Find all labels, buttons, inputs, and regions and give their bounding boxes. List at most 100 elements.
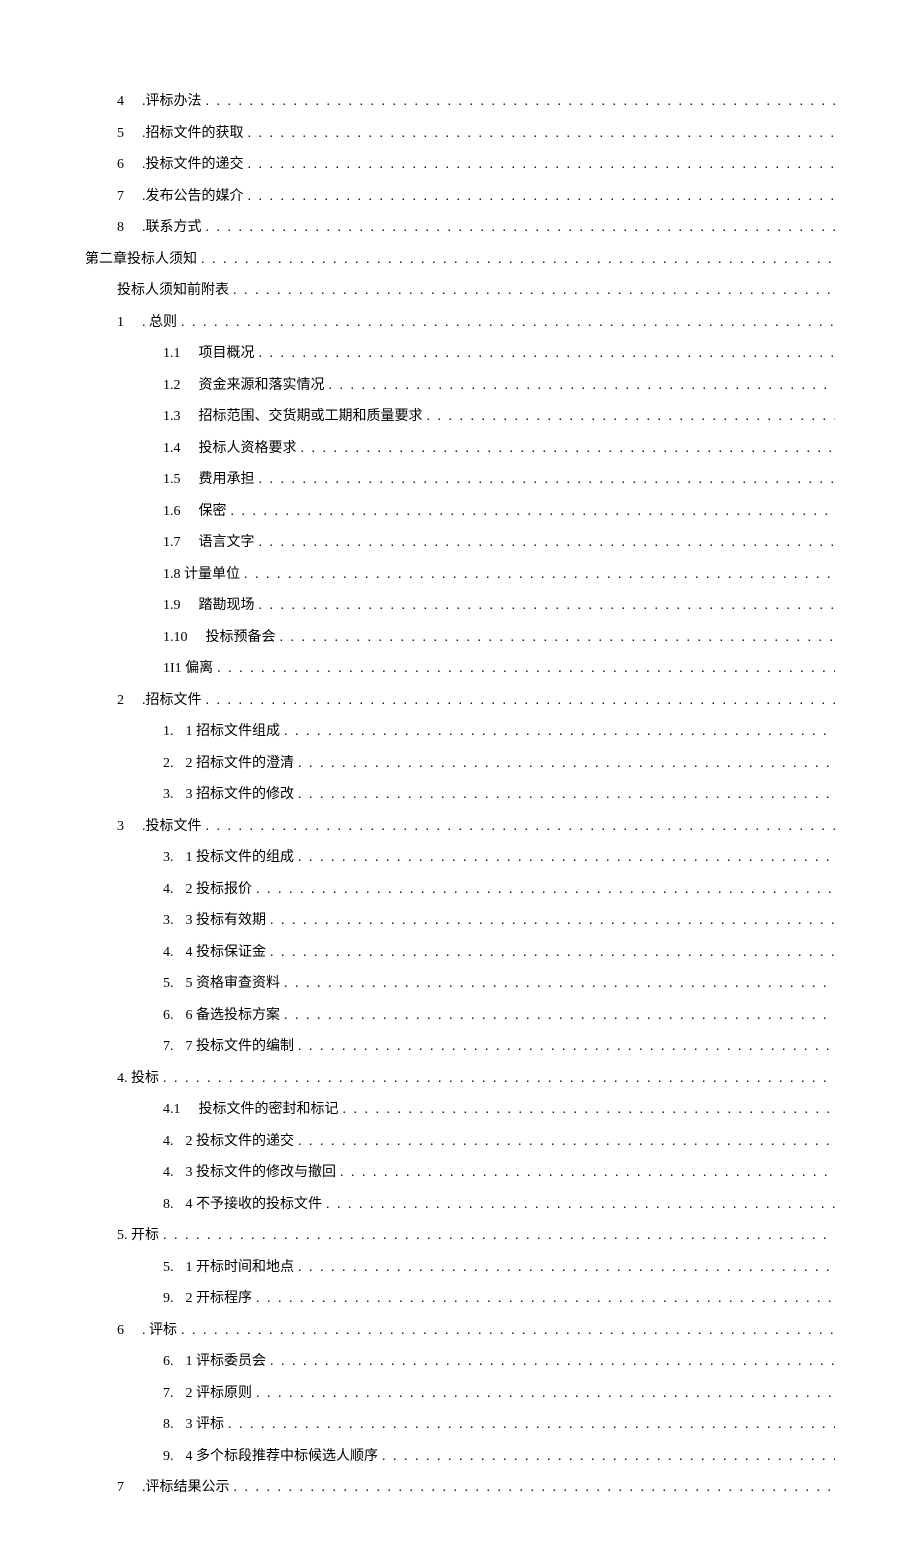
toc-entry-number: 6. xyxy=(163,1354,174,1370)
toc-entry-label: 5. 开标 xyxy=(117,1224,159,1244)
toc-leader-dots: . . . . . . . . . . . . . . . . . . . . … xyxy=(266,945,835,961)
toc-entry-label: .招标文件的获取 xyxy=(142,122,244,142)
toc-entry-label: .评标结果公示 xyxy=(142,1476,230,1496)
toc-entry-label: 1 开标时间和地点 xyxy=(186,1256,295,1276)
toc-entry: 7.发布公告的媒介. . . . . . . . . . . . . . . .… xyxy=(85,185,835,205)
toc-entry: 3.1 投标文件的组成. . . . . . . . . . . . . . .… xyxy=(85,846,835,866)
toc-entry: 1I1 偏离. . . . . . . . . . . . . . . . . … xyxy=(85,657,835,677)
toc-entry-label: 招标范围、交货期或工期和质量要求 xyxy=(199,405,423,425)
toc-entry-number: 9. xyxy=(163,1291,174,1307)
toc-entry-number: 1 xyxy=(117,315,124,331)
toc-leader-dots: . . . . . . . . . . . . . . . . . . . . … xyxy=(252,1386,835,1402)
toc-entry-number: 8 xyxy=(117,220,124,236)
toc-entry-label: .招标文件 xyxy=(142,689,202,709)
toc-entry: 投标人须知前附表. . . . . . . . . . . . . . . . … xyxy=(85,279,835,299)
toc-entry-number: 1.3 xyxy=(163,409,181,425)
toc-entry: 3.3 招标文件的修改. . . . . . . . . . . . . . .… xyxy=(85,783,835,803)
toc-entry: 1.7语言文字. . . . . . . . . . . . . . . . .… xyxy=(85,531,835,551)
toc-entry: 3.投标文件. . . . . . . . . . . . . . . . . … xyxy=(85,815,835,835)
toc-entry-number: 5. xyxy=(163,976,174,992)
toc-leader-dots: . . . . . . . . . . . . . . . . . . . . … xyxy=(255,346,836,362)
toc-entry-number: 1.9 xyxy=(163,598,181,614)
toc-entry: 1.3招标范围、交货期或工期和质量要求. . . . . . . . . . .… xyxy=(85,405,835,425)
toc-entry-number: 1.2 xyxy=(163,378,181,394)
toc-entry: 1.6 保密. . . . . . . . . . . . . . . . . .… xyxy=(85,500,835,520)
toc-entry-label: .投标文件的递交 xyxy=(142,153,244,173)
toc-entry-label: 1 评标委员会 xyxy=(186,1350,267,1370)
toc-leader-dots: . . . . . . . . . . . . . . . . . . . . … xyxy=(276,630,836,646)
toc-entry-number: 3. xyxy=(163,787,174,803)
toc-entry-label: 3 招标文件的修改 xyxy=(186,783,295,803)
toc-leader-dots: . . . . . . . . . . . . . . . . . . . . … xyxy=(202,693,836,709)
toc-leader-dots: . . . . . . . . . . . . . . . . . . . . … xyxy=(177,1323,835,1339)
toc-entry: 2.招标文件. . . . . . . . . . . . . . . . . … xyxy=(85,689,835,709)
toc-entry-label: 1 招标文件组成 xyxy=(186,720,281,740)
toc-entry-label: 2 投标文件的递交 xyxy=(186,1130,295,1150)
toc-entry: 1.1 招标文件组成. . . . . . . . . . . . . . . … xyxy=(85,720,835,740)
toc-entry-number: 1.10 xyxy=(163,630,188,646)
toc-entry: 5.5 资格审查资料. . . . . . . . . . . . . . . … xyxy=(85,972,835,992)
toc-entry-number: 1.6 xyxy=(163,504,181,520)
toc-entry: 3.3 投标有效期. . . . . . . . . . . . . . . .… xyxy=(85,909,835,929)
toc-entry-number: 4.1 xyxy=(163,1102,181,1118)
toc-entry-number: 6. xyxy=(163,1008,174,1024)
toc-entry: 1.9踏勘现场. . . . . . . . . . . . . . . . .… xyxy=(85,594,835,614)
toc-entry-number: 8. xyxy=(163,1197,174,1213)
toc-leader-dots: . . . . . . . . . . . . . . . . . . . . … xyxy=(177,315,835,331)
toc-entry-number: 8. xyxy=(163,1417,174,1433)
toc-entry-number: 1.4 xyxy=(163,441,181,457)
toc-entry-label: .投标文件 xyxy=(142,815,202,835)
toc-entry-label: 第二章投标人须知 xyxy=(85,248,197,268)
toc-entry: 5.1 开标时间和地点. . . . . . . . . . . . . . .… xyxy=(85,1256,835,1276)
toc-leader-dots: . . . . . . . . . . . . . . . . . . . . … xyxy=(294,756,835,772)
toc-leader-dots: . . . . . . . . . . . . . . . . . . . . … xyxy=(336,1165,835,1181)
toc-entry-number: 4. xyxy=(163,1165,174,1181)
toc-leader-dots: . . . . . . . . . . . . . . . . . . . . … xyxy=(255,535,836,551)
toc-entry-number: 1.1 xyxy=(163,346,181,362)
toc-leader-dots: . . . . . . . . . . . . . . . . . . . . … xyxy=(280,1008,835,1024)
toc-entry-number: 4 xyxy=(117,94,124,110)
toc-leader-dots: . . . . . . . . . . . . . . . . . . . . … xyxy=(252,882,835,898)
toc-entry-number: 7. xyxy=(163,1386,174,1402)
toc-entry-number: 1.5 xyxy=(163,472,181,488)
toc-entry-label: 2 投标报价 xyxy=(186,878,253,898)
toc-entry-label: . 总则 xyxy=(142,311,177,331)
toc-entry-number: 4. xyxy=(163,882,174,898)
toc-entry: 4. 投标. . . . . . . . . . . . . . . . . .… xyxy=(85,1067,835,1087)
toc-leader-dots: . . . . . . . . . . . . . . . . . . . . … xyxy=(202,220,836,236)
toc-entry: 1 . 总则. . . . . . . . . . . . . . . . . .… xyxy=(85,311,835,331)
toc-entry-number: 1. xyxy=(163,724,174,740)
toc-entry: 第二章投标人须知. . . . . . . . . . . . . . . . … xyxy=(85,248,835,268)
toc-leader-dots: . . . . . . . . . . . . . . . . . . . . … xyxy=(297,441,836,457)
toc-entry-label: 7 投标文件的编制 xyxy=(186,1035,295,1055)
toc-leader-dots: . . . . . . . . . . . . . . . . . . . . … xyxy=(244,157,836,173)
toc-leader-dots: . . . . . . . . . . . . . . . . . . . . … xyxy=(280,976,835,992)
toc-entry: 4.4 投标保证金. . . . . . . . . . . . . . . .… xyxy=(85,941,835,961)
toc-entry: 6. 6 备选投标方案. . . . . . . . . . . . . . . … xyxy=(85,1004,835,1024)
toc-entry: 6.1 评标委员会. . . . . . . . . . . . . . . .… xyxy=(85,1350,835,1370)
toc-leader-dots: . . . . . . . . . . . . . . . . . . . . … xyxy=(322,1197,835,1213)
toc-entry-number: 5. xyxy=(163,1260,174,1276)
toc-entry-label: .联系方式 xyxy=(142,216,202,236)
toc-leader-dots: . . . . . . . . . . . . . . . . . . . . … xyxy=(159,1228,835,1244)
toc-entry-number: 3 xyxy=(117,819,124,835)
toc-entry-label: 保密 xyxy=(199,500,227,520)
toc-entry-label: 6 备选投标方案 xyxy=(186,1004,281,1024)
toc-entry-label: 4 多个标段推荐中标候选人顺序 xyxy=(186,1445,379,1465)
toc-entry-label: .发布公告的媒介 xyxy=(142,185,244,205)
toc-entry-label: 3 评标 xyxy=(186,1413,225,1433)
toc-entry: 4. 3 投标文件的修改与撤回. . . . . . . . . . . . . … xyxy=(85,1161,835,1181)
toc-entry-label: 踏勘现场 xyxy=(199,594,255,614)
toc-entry-label: 3 投标文件的修改与撤回 xyxy=(186,1161,337,1181)
toc-entry-label: 投标预备会 xyxy=(206,626,276,646)
toc-leader-dots: . . . . . . . . . . . . . . . . . . . . … xyxy=(255,472,836,488)
toc-entry: 1.1项目概况. . . . . . . . . . . . . . . . .… xyxy=(85,342,835,362)
toc-leader-dots: . . . . . . . . . . . . . . . . . . . . … xyxy=(227,504,836,520)
toc-entry: 5. 开标. . . . . . . . . . . . . . . . . .… xyxy=(85,1224,835,1244)
toc-entry: 6.投标文件的递交. . . . . . . . . . . . . . . .… xyxy=(85,153,835,173)
toc-entry: 4.2 投标文件的递交. . . . . . . . . . . . . . .… xyxy=(85,1130,835,1150)
toc-leader-dots: . . . . . . . . . . . . . . . . . . . . … xyxy=(294,850,835,866)
toc-entry-label: 2 开标程序 xyxy=(186,1287,253,1307)
toc-entry-label: 4. 投标 xyxy=(117,1067,159,1087)
toc-leader-dots: . . . . . . . . . . . . . . . . . . . . … xyxy=(294,1134,835,1150)
